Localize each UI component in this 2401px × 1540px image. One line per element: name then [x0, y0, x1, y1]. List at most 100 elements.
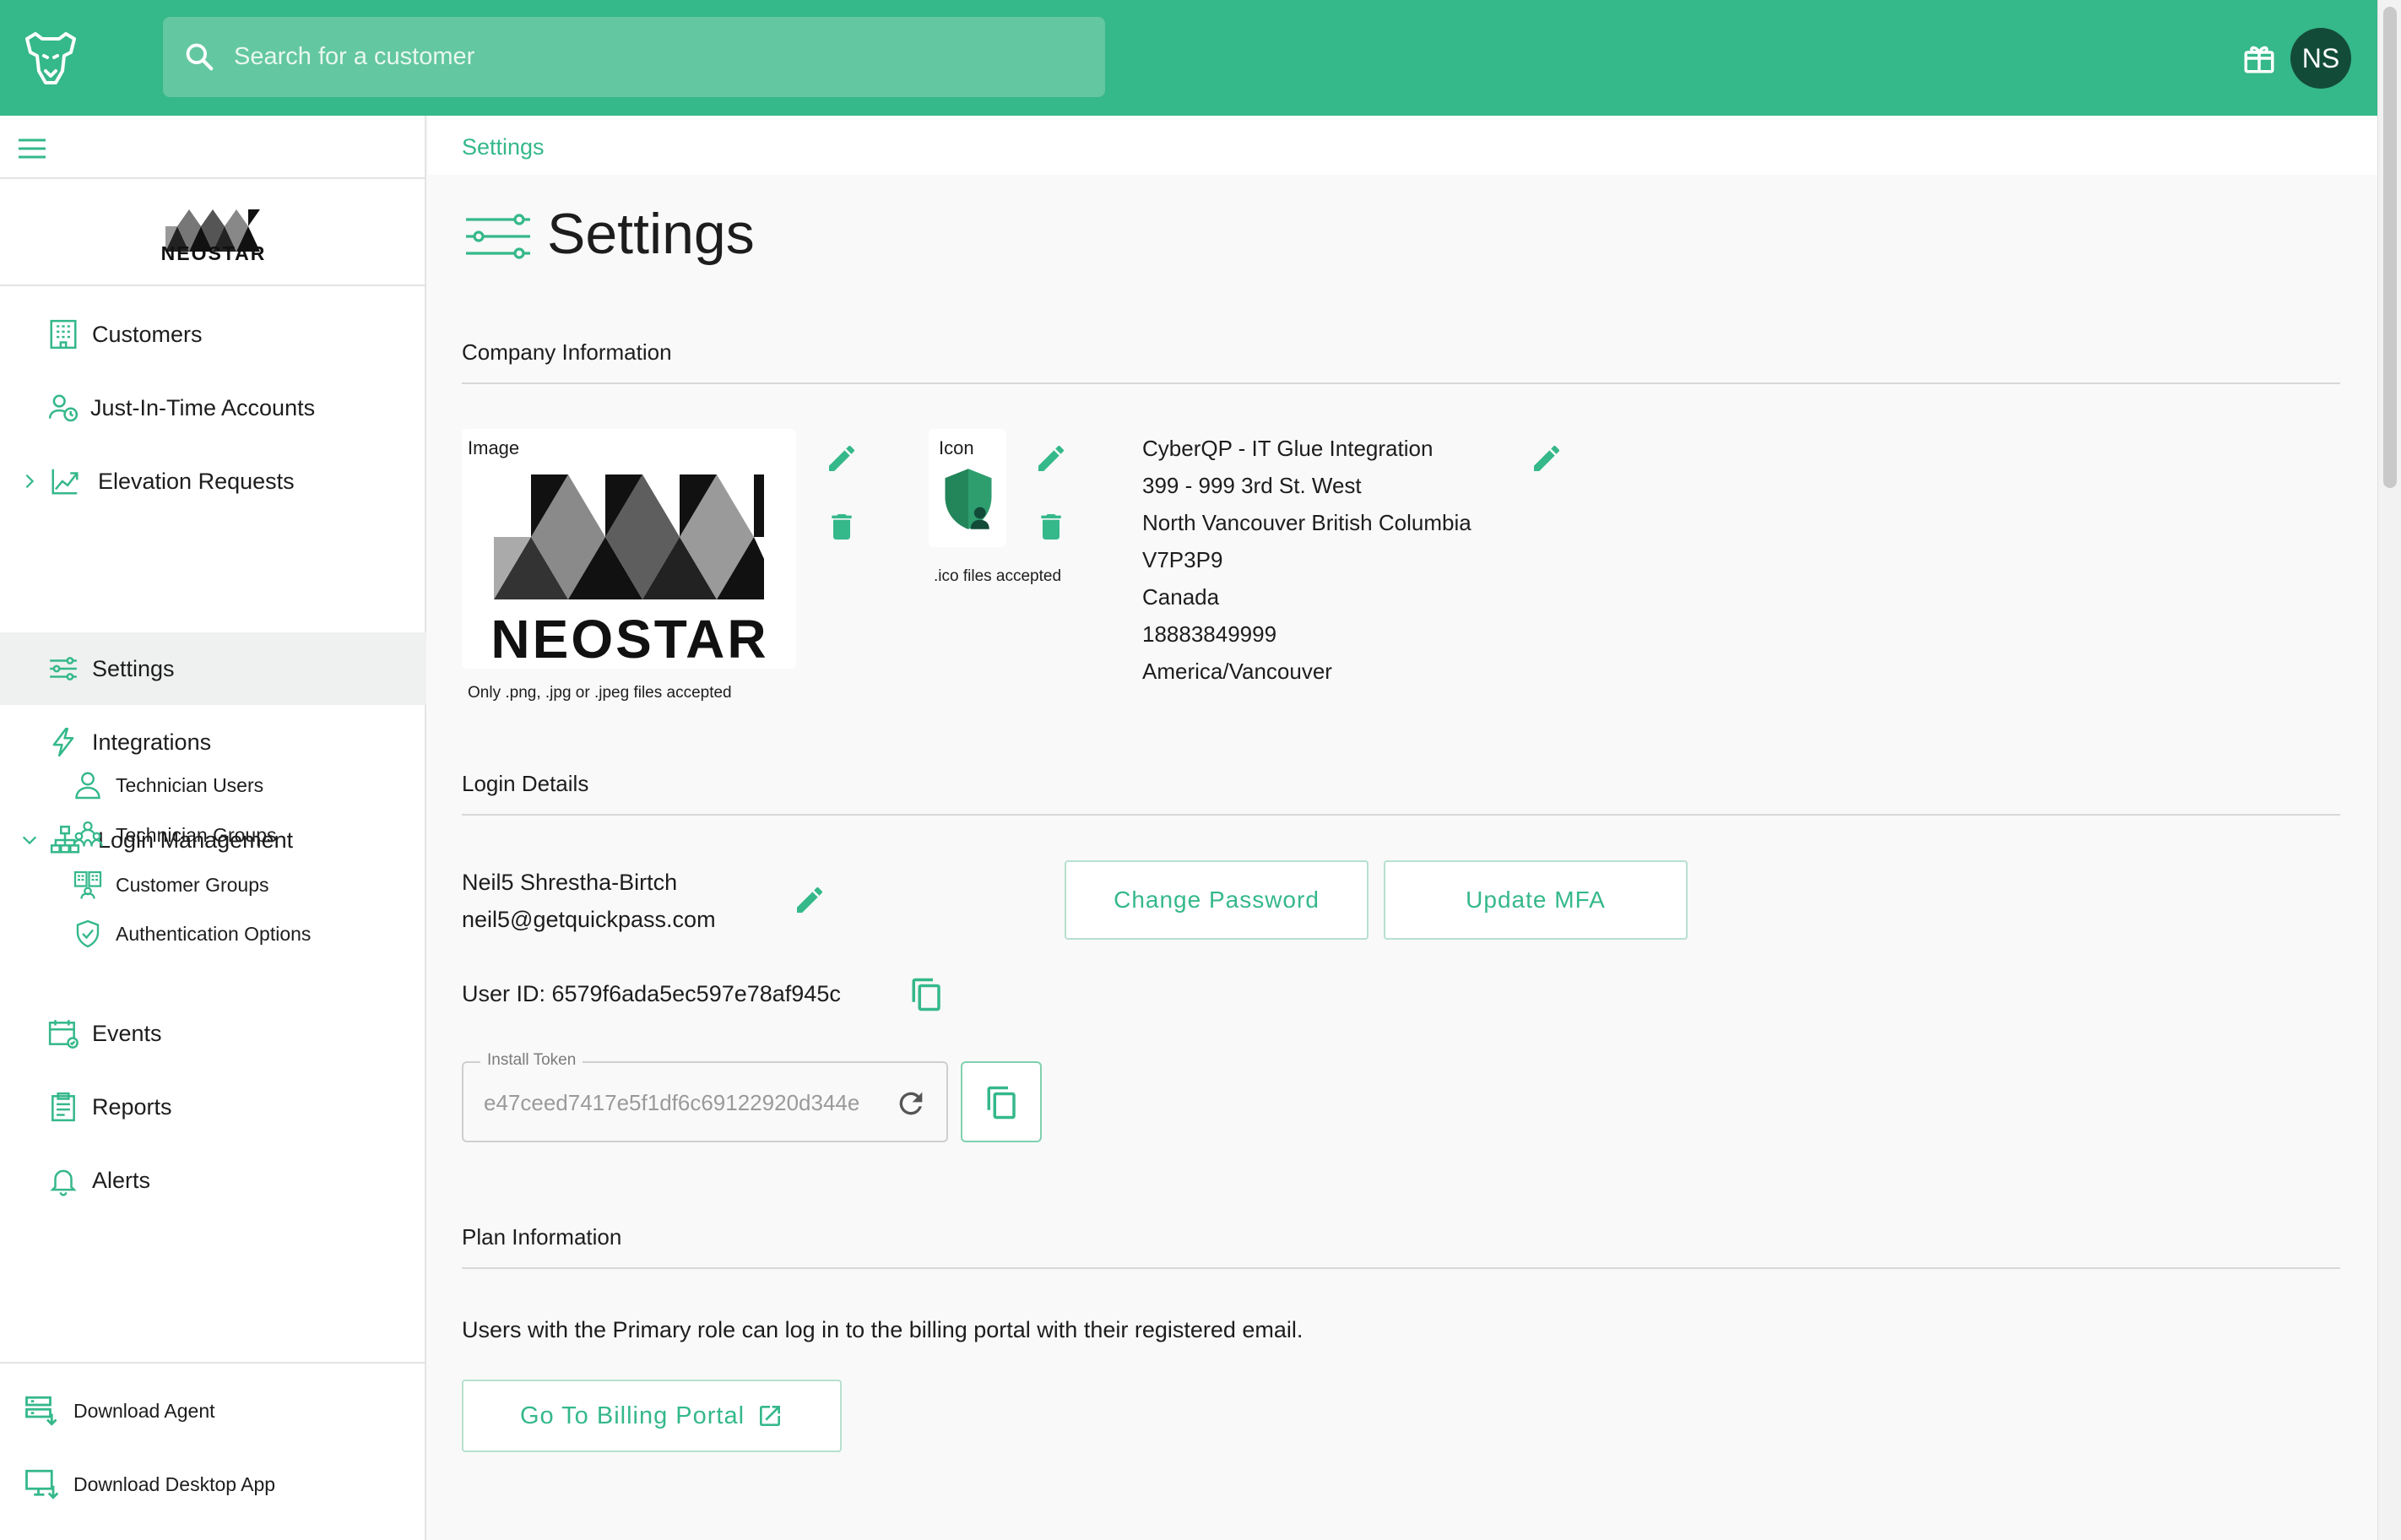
sidebar-item-reports[interactable]: Reports	[0, 1071, 426, 1143]
sidebar-subitem-technician-groups[interactable]: Technician Groups	[0, 811, 426, 859]
sidebar-item-label: Events	[92, 1020, 162, 1046]
sidebar-item-alerts[interactable]: Alerts	[0, 1144, 426, 1217]
install-token-label: Install Token	[480, 1051, 583, 1070]
scrollbar[interactable]	[2377, 0, 2401, 1540]
sidebar-subitem-label: Technician Users	[116, 773, 264, 796]
download-desktop-app-link[interactable]: Download Desktop App	[0, 1449, 426, 1520]
company-icon-image	[945, 469, 992, 529]
update-mfa-button[interactable]: Update MFA	[1384, 860, 1688, 940]
lightning-icon	[52, 727, 74, 757]
divider	[0, 285, 426, 286]
breadcrumb: Settings	[428, 116, 2377, 175]
sliders-icon	[50, 657, 77, 681]
sidebar-subitem-label: Customer Groups	[116, 873, 269, 896]
refresh-icon[interactable]	[894, 1087, 928, 1120]
install-token-field[interactable]: Install Token e47ceed7417e5f1df6c6912292…	[462, 1051, 948, 1142]
sidebar: NEOSTAR Customers Just-In-Time Accounts …	[0, 116, 426, 1540]
company-country: Canada	[1142, 584, 1220, 610]
install-token-value: e47ceed7417e5f1df6c69122920d344e	[484, 1090, 860, 1115]
user-name: Neil5 Shrestha-Birtch	[462, 870, 678, 895]
sidebar-subitem-label: Authentication Options	[116, 922, 312, 945]
user-id: User ID: 6579f6ada5ec597e78af945c	[462, 981, 841, 1006]
brand-name: NEOSTAR	[160, 242, 267, 264]
image-hint: Only .png, .jpg or .jpeg files accepted	[468, 684, 732, 702]
divider	[0, 177, 426, 179]
billing-portal-button[interactable]: Go To Billing Portal	[462, 1380, 842, 1452]
copy-icon	[987, 1086, 1016, 1120]
edit-image-icon[interactable]	[825, 442, 859, 475]
calendar-icon	[48, 1020, 79, 1049]
copy-token-button[interactable]	[961, 1061, 1042, 1142]
divider	[462, 382, 2340, 384]
download-desktop-app-label: Download Desktop App	[73, 1472, 276, 1495]
top-bar: NS	[0, 0, 2377, 116]
search-icon	[186, 43, 214, 71]
group-icon	[73, 821, 103, 847]
gift-icon[interactable]	[2241, 41, 2277, 76]
divider	[462, 814, 2340, 816]
sidebar-item-label: Reports	[92, 1093, 172, 1120]
avatar[interactable]: NS	[2290, 28, 2351, 89]
sidebar-subitem-label: Technician Groups	[116, 823, 277, 846]
company-image-card: NEOSTAR	[462, 429, 796, 670]
company-image	[494, 474, 764, 599]
sidebar-item-label: Customers	[92, 321, 203, 347]
app-logo-icon[interactable]	[22, 30, 79, 88]
customer-group-icon	[73, 870, 102, 899]
download-agent-link[interactable]: Download Agent	[0, 1375, 426, 1446]
breadcrumb-settings[interactable]: Settings	[462, 134, 545, 160]
company-timezone: America/Vancouver	[1142, 659, 1332, 684]
icon-hint: .ico files accepted	[934, 567, 1062, 585]
search-box[interactable]	[163, 17, 1105, 97]
chevron-right-icon[interactable]	[20, 472, 39, 491]
sidebar-item-just-in-time-accounts[interactable]: Just-In-Time Accounts	[0, 371, 426, 444]
plan-info-heading: Plan Information	[462, 1224, 622, 1250]
sidebar-item-label: Alerts	[92, 1167, 151, 1193]
edit-company-info-icon[interactable]	[1530, 442, 1564, 475]
menu-icon[interactable]	[17, 136, 47, 161]
sidebar-item-customers[interactable]: Customers	[0, 298, 426, 371]
scrollbar-thumb[interactable]	[2383, 7, 2397, 488]
building-icon	[50, 319, 77, 350]
edit-user-icon[interactable]	[793, 883, 827, 917]
search-input[interactable]	[234, 17, 1078, 97]
bell-icon	[50, 1169, 77, 1196]
billing-portal-label: Go To Billing Portal	[519, 1402, 745, 1429]
sidebar-item-label: Elevation Requests	[98, 468, 295, 494]
sidebar-item-label: Just-In-Time Accounts	[90, 394, 316, 420]
sidebar-item-settings[interactable]: Settings	[0, 632, 426, 705]
company-city: North Vancouver British Columbia	[1142, 510, 1471, 535]
shield-check-icon	[76, 919, 100, 948]
external-link-icon	[760, 1406, 781, 1426]
clipboard-icon	[51, 1092, 75, 1122]
sliders-icon	[466, 214, 530, 259]
company-info-heading: Company Information	[462, 339, 672, 365]
divider	[462, 1267, 2340, 1269]
image-label: Image	[468, 437, 520, 458]
chart-up-icon	[51, 469, 79, 495]
company-address: 399 - 999 3rd St. West	[1142, 473, 1362, 498]
sidebar-item-elevation-requests[interactable]: Elevation Requests	[0, 445, 426, 518]
copy-user-id-icon[interactable]	[909, 977, 945, 1012]
plan-description: Users with the Primary role can log in t…	[462, 1317, 1303, 1342]
login-details-heading: Login Details	[462, 771, 589, 796]
user-email: neil5@getquickpass.com	[462, 907, 716, 932]
company-name: CyberQP - IT Glue Integration	[1142, 436, 1434, 461]
delete-image-icon[interactable]	[825, 510, 859, 544]
sidebar-subitem-technician-users[interactable]: Technician Users	[0, 762, 426, 809]
user-clock-icon	[48, 394, 79, 422]
sidebar-item-label: Integrations	[92, 729, 212, 755]
sidebar-subitem-customer-groups[interactable]: Customer Groups	[0, 861, 426, 908]
icon-label: Icon	[939, 437, 974, 458]
server-download-icon	[25, 1396, 57, 1426]
sidebar-item-label: Settings	[92, 655, 175, 681]
change-password-button[interactable]: Change Password	[1065, 860, 1369, 940]
company-postal-code: V7P3P9	[1142, 547, 1223, 572]
delete-icon-icon[interactable]	[1034, 510, 1068, 544]
edit-icon-icon[interactable]	[1034, 442, 1068, 475]
person-icon	[75, 772, 100, 800]
sidebar-item-events[interactable]: Events	[0, 997, 426, 1070]
monitor-download-icon	[25, 1469, 59, 1499]
divider	[0, 1362, 426, 1364]
sidebar-subitem-authentication-options[interactable]: Authentication Options	[0, 910, 426, 957]
